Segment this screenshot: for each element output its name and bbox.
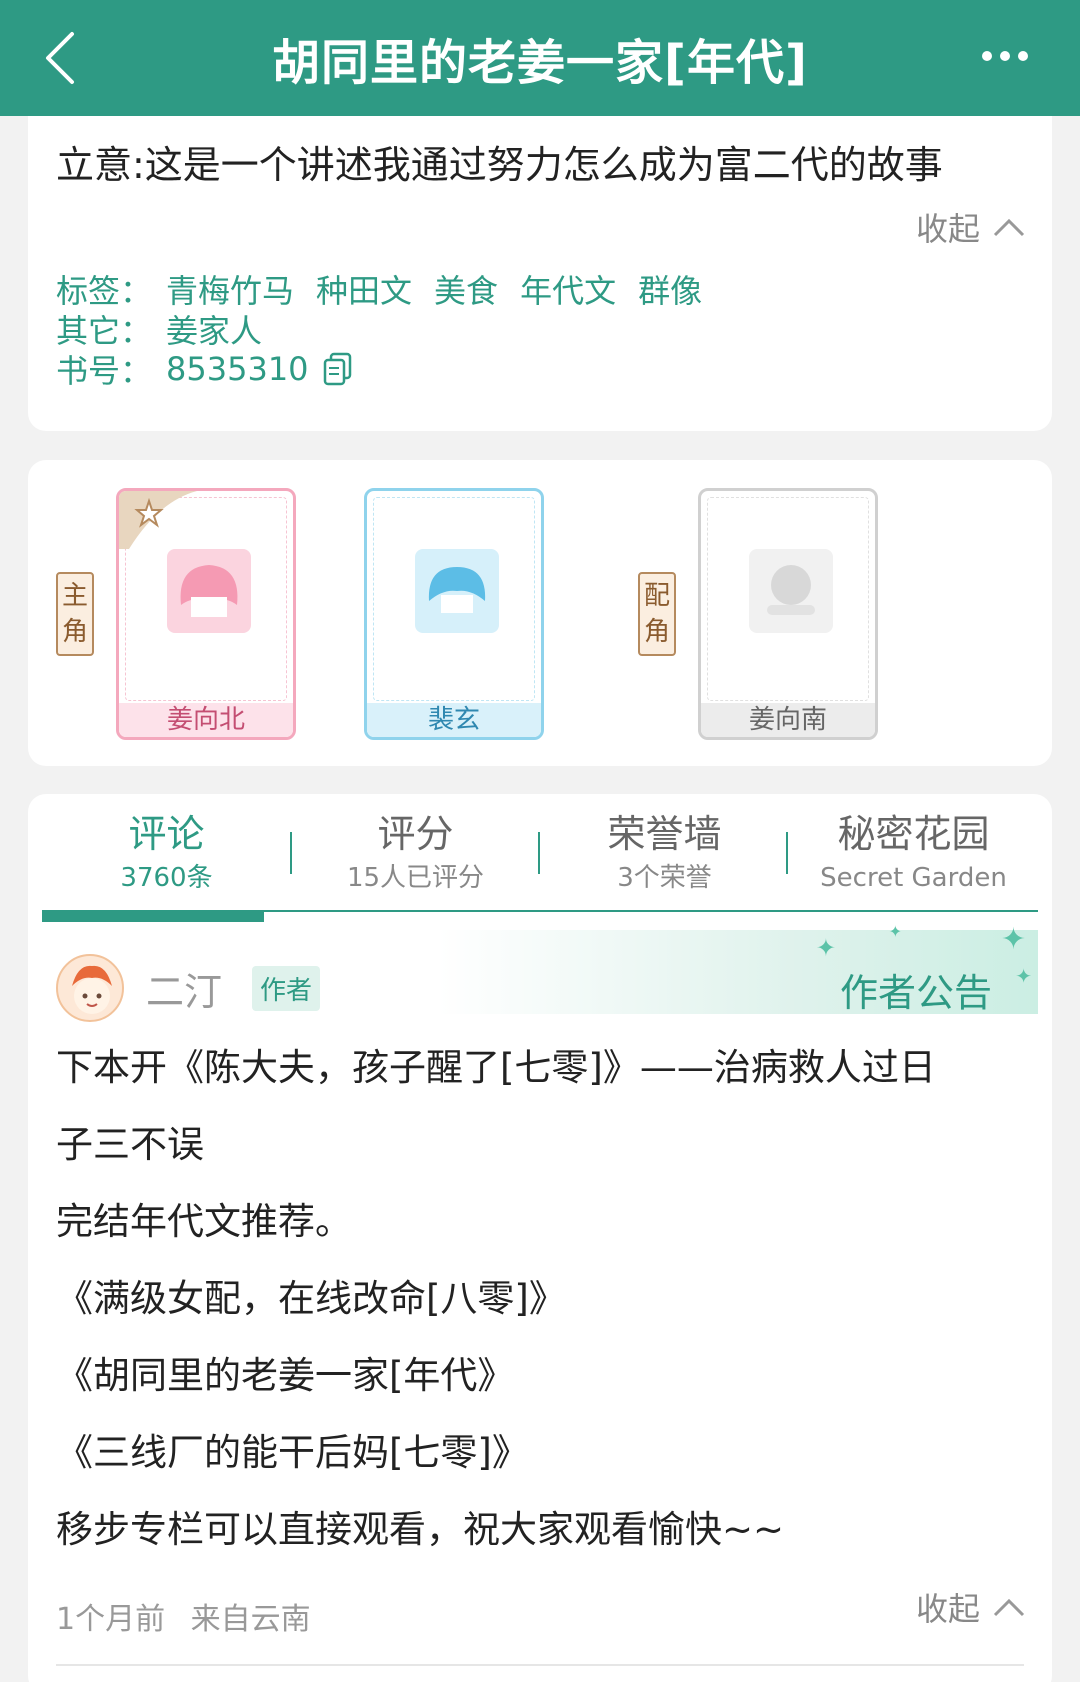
notice-line[interactable]: 《满级女配，在线改命[八零]》	[56, 1260, 1016, 1337]
support-role-char: 角	[643, 617, 670, 647]
intro-collapse-button[interactable]: 收起	[916, 204, 1026, 250]
chevron-up-icon	[993, 1598, 1025, 1617]
copy-icon[interactable]	[323, 352, 353, 386]
author-avatar[interactable]	[56, 954, 124, 1022]
main-role-tag: 主 角	[56, 572, 94, 656]
tab-separator	[538, 832, 540, 874]
notice-body: 下本开《陈大夫，孩子醒了[七零]》——治病救人过日 子三不误 完结年代文推荐。 …	[56, 1029, 1016, 1568]
character-avatar-icon	[415, 549, 499, 633]
tab-active-indicator	[42, 910, 264, 922]
tab-title: 荣誉墙	[607, 812, 722, 856]
tab-secret-garden[interactable]: 秘密花园 Secret Garden	[789, 808, 1038, 904]
tab-title: 秘密花园	[837, 812, 990, 856]
tab-comments[interactable]: 评论 3760条	[42, 808, 291, 904]
sparkle-icon: ✦	[1000, 922, 1026, 957]
main-role-char: 角	[61, 617, 88, 647]
sparkle-icon: ✦	[888, 922, 902, 941]
character-avatar-icon	[167, 549, 251, 633]
author-row: 二汀 作者	[56, 954, 321, 1022]
back-arrow-icon[interactable]	[36, 28, 96, 88]
tab-title: 评论	[128, 812, 205, 856]
book-number-row: 书号： 8535310	[56, 346, 353, 392]
notice-collapse-button[interactable]: 收起	[916, 1584, 1026, 1630]
collapse-label: 收起	[915, 210, 980, 248]
tab-subtitle: 15人已评分	[346, 863, 485, 893]
notice-line: 完结年代文推荐。	[56, 1200, 352, 1243]
tab-ratings[interactable]: 评分 15人已评分	[291, 808, 540, 904]
sparkle-icon: ✦	[815, 934, 836, 962]
notice-time: 1个月前	[56, 1602, 166, 1637]
tab-subtitle: 3760条	[120, 863, 213, 893]
intro-text: 立意:这是一个讲述我通过努力怎么成为富二代的故事	[56, 143, 943, 187]
notice-line[interactable]: 《胡同里的老姜一家[年代》	[56, 1337, 1016, 1414]
tab-subtitle: Secret Garden	[820, 863, 1007, 893]
top-bar: 胡同里的老姜一家[年代]	[0, 0, 1080, 116]
tag-item[interactable]: 年代文	[520, 266, 616, 312]
chevron-up-icon	[993, 218, 1025, 237]
author-name[interactable]: 二汀	[146, 961, 222, 1016]
comments-card: 评论 3760条 评分 15人已评分 荣誉墙 3个荣誉 秘密花园 Secret …	[28, 794, 1052, 1682]
character-name: 裴玄	[367, 703, 541, 737]
notice-line: 下本开《陈大夫，孩子醒了[七零]》——治病救人过日	[56, 1046, 936, 1089]
support-role-char: 配	[643, 581, 670, 611]
author-badge: 作者	[252, 965, 321, 1011]
more-icon[interactable]	[980, 44, 1030, 68]
character-card-jiangxiangbei[interactable]: 姜向北	[116, 488, 296, 740]
page-title: 胡同里的老姜一家[年代]	[272, 35, 808, 91]
divider	[56, 1664, 1024, 1666]
tab-title: 评分	[377, 812, 454, 856]
tab-subtitle: 3个荣誉	[617, 863, 712, 893]
notice-line: 移步专栏可以直接观看，祝大家观看愉快~~	[56, 1508, 785, 1551]
notice-meta: 1个月前 来自云南	[56, 1594, 327, 1638]
character-card-peixuan[interactable]: 裴玄	[364, 488, 544, 740]
support-role-tag: 配 角	[638, 572, 676, 656]
tab-bar: 评论 3760条 评分 15人已评分 荣誉墙 3个荣誉 秘密花园 Secret …	[42, 808, 1038, 904]
author-notice-title: 作者公告	[839, 971, 992, 1015]
character-name: 姜向北	[119, 703, 293, 737]
tab-separator	[290, 832, 292, 874]
book-intro-card: 立意:这是一个讲述我通过努力怎么成为富二代的故事 收起 标签： 青梅竹马 种田文…	[28, 116, 1052, 431]
tag-item[interactable]: 种田文	[316, 266, 412, 312]
tab-separator	[786, 832, 788, 874]
book-number-value: 8535310	[166, 350, 309, 388]
tab-honor-wall[interactable]: 荣誉墙 3个荣誉	[540, 808, 789, 904]
character-avatar-icon	[749, 549, 833, 633]
star-icon	[119, 491, 197, 549]
main-role-char: 主	[61, 581, 88, 611]
characters-card: 主 角 姜向北 裴玄 配 角 姜向南	[28, 460, 1052, 766]
character-card-jiangxiangnan[interactable]: 姜向南	[698, 488, 878, 740]
collapse-label: 收起	[915, 1590, 980, 1628]
tag-item[interactable]: 美食	[434, 266, 498, 312]
notice-line[interactable]: 《三线厂的能干后妈[七零]》	[56, 1414, 1016, 1491]
notice-location: 来自云南	[190, 1602, 311, 1637]
tag-item[interactable]: 群像	[638, 266, 702, 312]
sparkle-icon: ✦	[1015, 964, 1032, 988]
book-number-key: 书号：	[56, 352, 153, 390]
character-name: 姜向南	[701, 703, 875, 737]
notice-line: 子三不误	[56, 1123, 204, 1166]
